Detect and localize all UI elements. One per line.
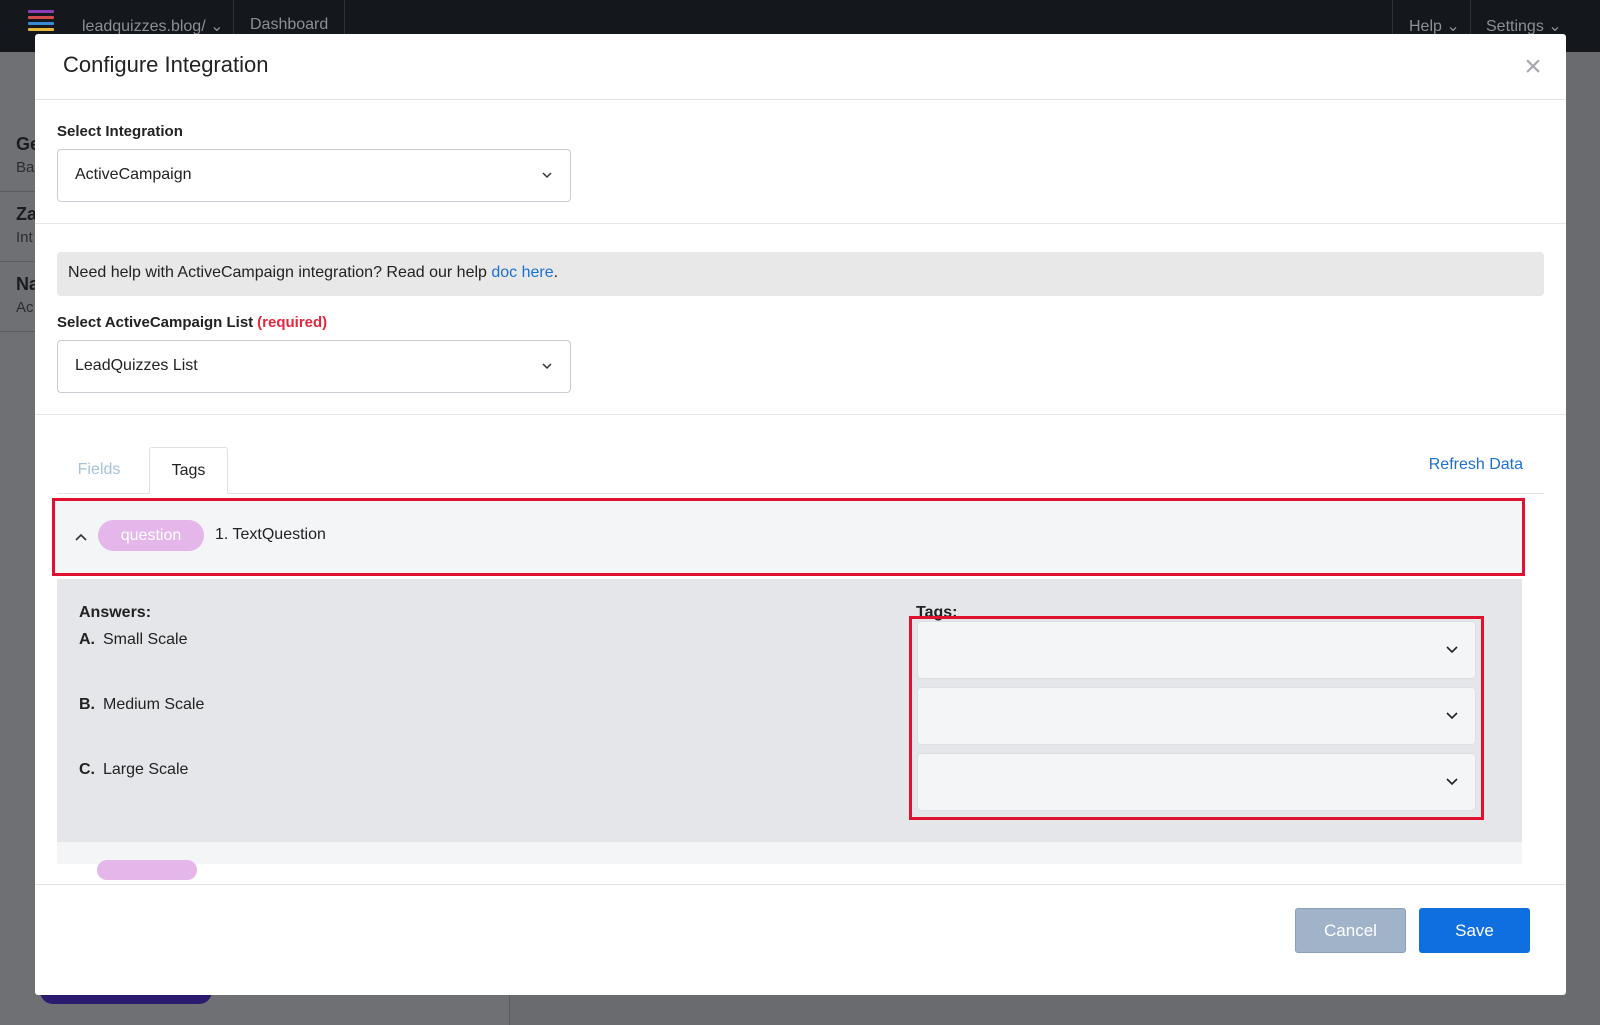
question-type-badge [97,860,197,880]
help-banner: Need help with ActiveCampaign integratio… [57,252,1544,296]
tab-tags[interactable]: Tags [149,447,228,494]
answer-text: Small Scale [103,631,188,648]
chevron-down-icon: ⌄ [1446,18,1460,35]
chevron-up-icon[interactable] [73,529,89,545]
configure-integration-modal: Configure Integration × Select Integrati… [35,34,1566,995]
chevron-down-icon [1446,646,1458,654]
answer-letter: A. [79,631,95,648]
chevron-down-icon: ⌄ [210,18,224,35]
tags-selects-group [909,616,1484,820]
cancel-button[interactable]: Cancel [1295,908,1406,953]
answer-letter: C. [79,761,95,778]
sidebar-item-subtitle: Ac [16,299,34,316]
help-label: Help [1409,18,1442,35]
close-icon[interactable]: × [1520,52,1546,82]
settings-label: Settings [1486,18,1544,35]
save-button[interactable]: Save [1419,908,1530,953]
question-type-badge: question [98,520,204,551]
tag-select-b[interactable] [917,687,1476,745]
refresh-data-link[interactable]: Refresh Data [1429,456,1523,474]
tabs-baseline [57,493,1544,494]
modal-footer-divider [35,884,1566,885]
integration-label: Select Integration [57,123,183,140]
help-suffix: . [553,264,559,281]
sidebar-item-subtitle: Ba [16,159,35,176]
list-select[interactable]: LeadQuizzes List [57,340,571,393]
question-accordion-body: Answers: A. Small Scale B. Medium Scale C.… [57,579,1522,844]
answer-item: A. Small Scale [79,631,187,649]
tag-select-a[interactable] [917,621,1476,679]
next-question-accordion-header[interactable] [57,842,1522,880]
list-label-text: Select ActiveCampaign List [57,314,254,331]
integration-select[interactable]: ActiveCampaign [57,149,571,202]
question-title: 1. TextQuestion [215,526,326,543]
site-name: leadquizzes.blog/ [82,18,206,35]
modal-title: Configure Integration [63,52,269,77]
list-label: Select ActiveCampaign List (required) [57,314,327,331]
sidebar-item-subtitle: Int [16,229,33,246]
app-logo[interactable] [28,10,56,32]
chevron-down-icon [1446,778,1458,786]
tag-select-c[interactable] [917,753,1476,811]
nav-dashboard[interactable]: Dashboard [250,16,328,34]
chevron-down-icon: ⌄ [1548,18,1562,35]
nav-settings[interactable]: Settings ⌄ [1486,16,1562,36]
list-value: LeadQuizzes List [75,357,198,374]
sidebar-item-title: Za [16,204,38,224]
answer-item: C. Large Scale [79,761,188,779]
chevron-down-icon [542,363,552,370]
required-indicator: (required) [257,314,328,331]
answers-label: Answers: [79,604,152,621]
answer-text: Large Scale [103,761,189,778]
answer-text: Medium Scale [103,696,205,713]
question-accordion-header[interactable]: question 1. TextQuestion [52,498,1525,576]
tab-fields[interactable]: Fields [57,447,141,494]
section-divider [35,414,1566,415]
answer-letter: B. [79,696,95,713]
integration-value: ActiveCampaign [75,166,192,183]
site-switcher[interactable]: leadquizzes.blog/ ⌄ [82,16,224,36]
nav-help[interactable]: Help ⌄ [1409,16,1460,36]
help-doc-link[interactable]: doc here [491,264,553,281]
modal-header: Configure Integration × [35,34,1566,100]
chevron-down-icon [1446,712,1458,720]
section-divider [35,223,1566,224]
help-text: Need help with ActiveCampaign integratio… [68,264,558,282]
answer-item: B. Medium Scale [79,696,204,714]
chevron-down-icon [542,172,552,179]
help-message: Need help with ActiveCampaign integratio… [68,264,492,281]
